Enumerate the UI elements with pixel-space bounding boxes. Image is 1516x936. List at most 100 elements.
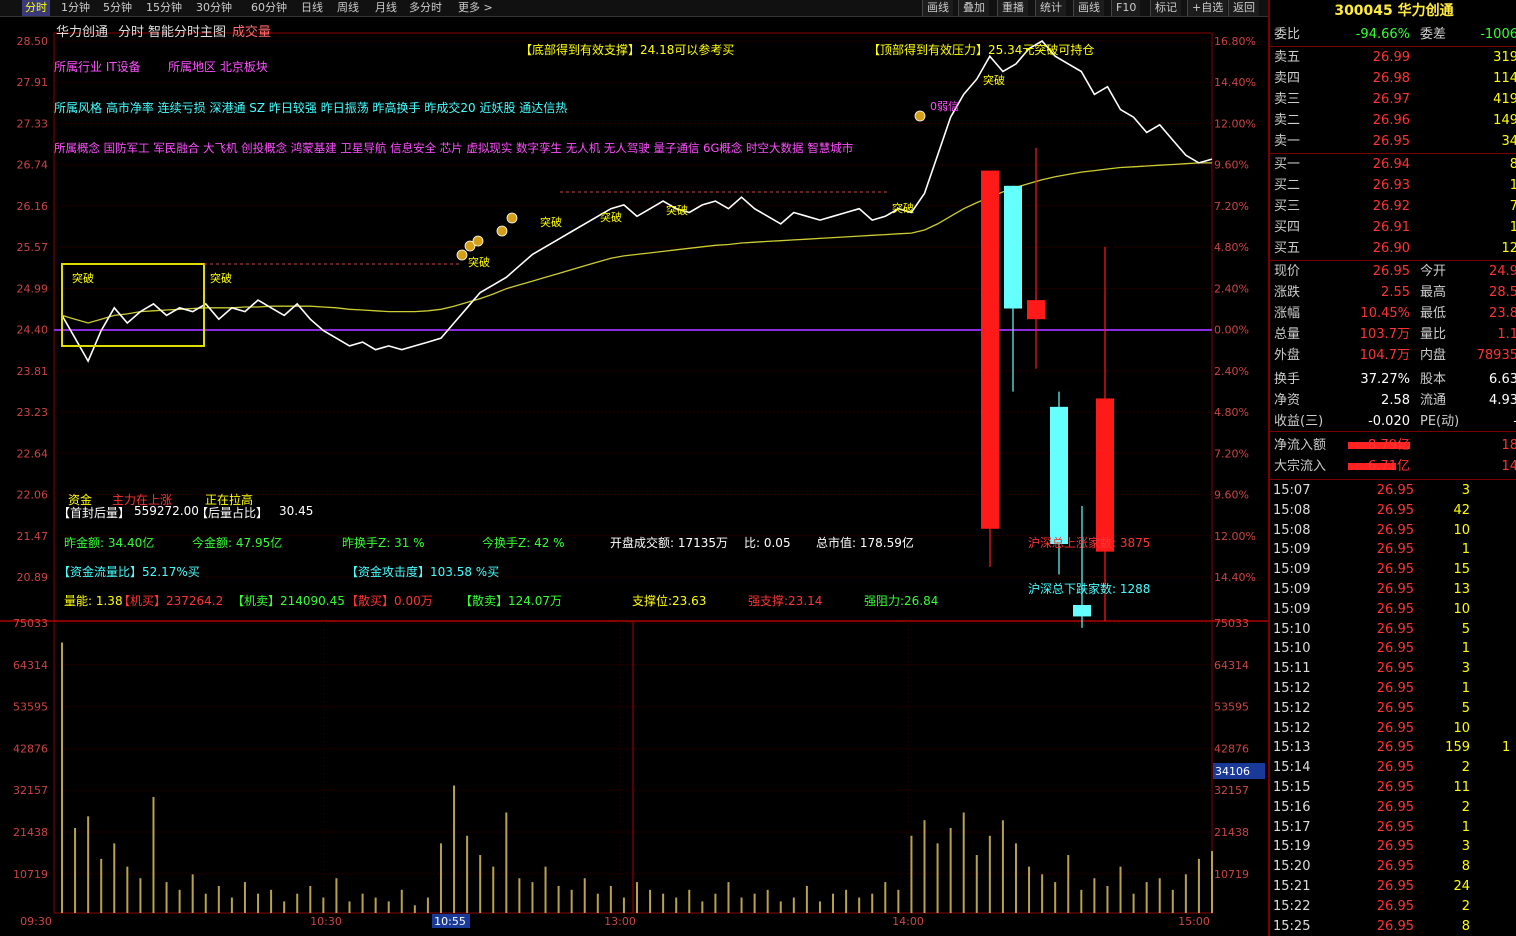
tick-price: 26.95 bbox=[1376, 621, 1414, 637]
stat-value-2: 78935 bbox=[1476, 348, 1516, 363]
tick-volume: 1 bbox=[1461, 542, 1470, 558]
ask-volume: 319 bbox=[1493, 50, 1516, 65]
price-axis-label: 27.33 bbox=[17, 117, 49, 130]
toolbar-button-5[interactable]: F10 bbox=[1111, 0, 1141, 16]
pct-axis-label: 2.40% bbox=[1214, 365, 1249, 378]
gold-coin-marker bbox=[496, 225, 508, 237]
ask-volume: 114 bbox=[1493, 71, 1516, 86]
period-tab-6[interactable]: 日线 bbox=[298, 0, 326, 16]
stat-value-2: 6.63 bbox=[1489, 372, 1516, 387]
stat-value: 37.27% bbox=[1360, 372, 1410, 387]
resistance-note: 【顶部得到有效压力】25.34元突破可持仓 bbox=[868, 43, 1095, 57]
toolbar-button-0[interactable]: 画线 bbox=[922, 0, 953, 16]
period-toolbar: 分时 1分钟 5分钟 15分钟 30分钟 60分钟 日线 周线 月线 多分时 更多 > 画线 叠加 重播统… bbox=[0, 0, 1268, 17]
tick-time: 15:22 bbox=[1273, 898, 1311, 914]
qty-label: 量能: 1.38 bbox=[64, 594, 123, 608]
candle-body bbox=[1073, 604, 1091, 617]
tick-price: 26.95 bbox=[1376, 819, 1414, 835]
tick-extra: 1 bbox=[1502, 740, 1511, 756]
tick-row: 15:13 26.95 159 1 bbox=[1270, 738, 1516, 758]
ask-row: 卖二 26.96 149 bbox=[1270, 110, 1516, 131]
volume-axis-label: 32157 bbox=[13, 784, 48, 797]
support-level: 支撑位:23.63 bbox=[632, 594, 707, 608]
toolbar-button-8[interactable]: 返回 bbox=[1228, 0, 1259, 16]
period-tab-8[interactable]: 月线 bbox=[372, 0, 400, 16]
pct-axis-label: 2.40% bbox=[1214, 282, 1249, 295]
tick-row: 15:16 26.95 2 bbox=[1270, 798, 1516, 818]
ask-price: 26.95 bbox=[1372, 134, 1410, 149]
stat-value-2: 28.5 bbox=[1489, 285, 1516, 300]
period-tab-10[interactable]: 更多 > bbox=[455, 0, 496, 16]
tick-row: 15:08 26.95 10 bbox=[1270, 521, 1516, 541]
volume-axis-label: 53595 bbox=[13, 701, 48, 714]
candle-body bbox=[1096, 398, 1114, 552]
tick-row: 15:09 26.95 13 bbox=[1270, 580, 1516, 600]
tick-volume: 3 bbox=[1461, 661, 1470, 677]
toolbar-button-1[interactable]: 叠加 bbox=[958, 0, 989, 16]
period-tab-9[interactable]: 多分时 bbox=[406, 0, 445, 16]
period-tab-5[interactable]: 60分钟 bbox=[248, 0, 290, 16]
yesterday-turnover: 昨换手Z: 31 % bbox=[342, 536, 425, 550]
toolbar-button-3[interactable]: 统计 bbox=[1035, 0, 1066, 16]
period-tab-7[interactable]: 周线 bbox=[334, 0, 362, 16]
seal-ratio-value: 30.45 bbox=[279, 504, 314, 518]
flow-value-2: 18 bbox=[1501, 438, 1516, 453]
period-tab-2[interactable]: 5分钟 bbox=[100, 0, 135, 16]
ask-row: 卖三 26.97 419 bbox=[1270, 89, 1516, 110]
tick-row: 15:22 26.95 2 bbox=[1270, 897, 1516, 917]
tick-row: 15:17 26.95 1 bbox=[1270, 818, 1516, 838]
pct-axis-label: 12.00% bbox=[1214, 530, 1256, 543]
sh-up-count: 沪深总上涨家数: 3875 bbox=[1028, 536, 1151, 550]
toolbar-button-6[interactable]: 标记 bbox=[1150, 0, 1181, 16]
quote-title: 300045 华力创通 bbox=[1334, 3, 1454, 19]
tick-time: 15:19 bbox=[1273, 839, 1311, 855]
bid-label: 买五 bbox=[1274, 241, 1301, 256]
stat-row: 收益(三) -0.020 PE(动)- bbox=[1270, 411, 1516, 432]
avg-price-line bbox=[61, 162, 1212, 324]
toolbar-button-7[interactable]: +自选 bbox=[1187, 0, 1228, 16]
tick-row: 15:12 26.95 10 bbox=[1270, 719, 1516, 739]
bid-price: 26.92 bbox=[1372, 199, 1410, 214]
tick-volume: 24 bbox=[1453, 879, 1470, 894]
stat-row: 涨幅 10.45% 最低 23.8 bbox=[1270, 303, 1516, 324]
period-tab-4[interactable]: 30分钟 bbox=[193, 0, 235, 16]
stat-label: 换手 bbox=[1274, 372, 1301, 387]
tick-time: 15:16 bbox=[1273, 799, 1311, 815]
tick-row: 15:20 26.95 8 bbox=[1270, 857, 1516, 877]
tick-time: 15:09 bbox=[1273, 562, 1311, 578]
stat-value-2: 24.9 bbox=[1489, 264, 1516, 279]
tick-volume: 2 bbox=[1461, 799, 1470, 815]
tick-row: 15:12 26.95 1 bbox=[1270, 679, 1516, 699]
gold-coin-marker bbox=[456, 249, 468, 261]
flow-value: 6.71亿 bbox=[1368, 459, 1410, 474]
period-tab-1[interactable]: 1分钟 bbox=[58, 0, 93, 16]
weibi-row: 委比 -94.66% 委差 -1006 bbox=[1270, 24, 1516, 45]
tick-price: 26.95 bbox=[1376, 522, 1414, 538]
toolbar-button-2[interactable]: 重播 bbox=[997, 0, 1028, 16]
tick-row: 15:09 26.95 10 bbox=[1270, 600, 1516, 620]
pct-axis-label: 7.20% bbox=[1214, 200, 1249, 213]
open-ratio: 比: 0.05 bbox=[744, 536, 791, 550]
toolbar-button-4[interactable]: 画线 bbox=[1073, 0, 1104, 16]
stat-label-2: 最高 bbox=[1420, 285, 1447, 300]
weibi-value: -94.66% bbox=[1355, 27, 1410, 42]
price-axis-label: 27.91 bbox=[17, 76, 49, 89]
volume-axis-label-right: 53595 bbox=[1214, 701, 1249, 714]
ask-row: 卖一 26.95 34 bbox=[1270, 131, 1516, 152]
stat-label: 总量 bbox=[1274, 327, 1301, 342]
period-tab-0[interactable]: 分时 bbox=[22, 0, 50, 16]
tick-price: 26.95 bbox=[1376, 483, 1414, 498]
chart-indicator[interactable]: 智能分时主图 bbox=[148, 21, 226, 40]
ask-label: 卖四 bbox=[1274, 71, 1301, 86]
breakout-marker: 突破 bbox=[72, 271, 94, 285]
tick-volume: 1 bbox=[1461, 819, 1470, 835]
tick-price: 26.95 bbox=[1376, 542, 1414, 558]
tick-volume: 5 bbox=[1461, 621, 1470, 637]
period-tab-3[interactable]: 15分钟 bbox=[143, 0, 185, 16]
stat-label: 净资 bbox=[1274, 393, 1301, 408]
volume-axis-label: 64314 bbox=[13, 659, 48, 672]
stat-label-2: 内盘 bbox=[1420, 348, 1447, 363]
price-axis-label: 24.99 bbox=[17, 282, 49, 295]
tick-time: 15:10 bbox=[1273, 621, 1311, 637]
tick-volume: 2 bbox=[1461, 760, 1470, 776]
